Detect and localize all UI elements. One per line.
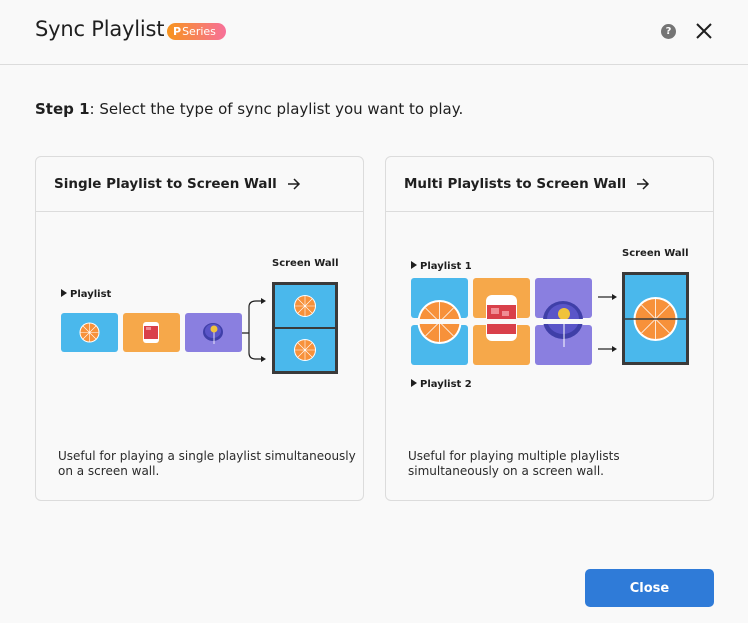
screen-wall-label: Screen Wall xyxy=(622,248,689,259)
card-description: Useful for playing a single playlist sim… xyxy=(58,449,356,478)
close-icon[interactable] xyxy=(695,22,713,40)
close-button[interactable]: Close xyxy=(585,569,714,607)
step-label: Step 1 xyxy=(35,100,90,118)
card-title: Single Playlist to Screen Wall xyxy=(54,176,277,192)
playlist1-label: Playlist 1 xyxy=(420,261,472,272)
screen-wall xyxy=(272,282,338,374)
screen-wall-label: Screen Wall xyxy=(272,258,339,269)
help-circle-icon[interactable]: ? xyxy=(661,24,676,39)
triangle-icon xyxy=(61,289,67,297)
card-header: Multi Playlists to Screen Wall xyxy=(386,157,713,212)
arrow-right-icon xyxy=(637,178,650,190)
single-playlist-illustration: Screen Wall Playlist xyxy=(61,258,339,374)
playlist-label: Playlist xyxy=(70,289,112,300)
tile-drink xyxy=(123,313,180,352)
step-instruction: Step 1: Select the type of sync playlist… xyxy=(35,100,463,118)
single-playlist-card[interactable]: Single Playlist to Screen Wall Screen Wa… xyxy=(35,156,364,501)
dialog-title: Sync Playlist xyxy=(35,17,165,41)
triangle-icon xyxy=(411,379,417,387)
tile-orange xyxy=(61,313,118,352)
drink-image xyxy=(486,295,517,341)
screen-wall xyxy=(622,272,689,365)
dialog-header: Sync Playlist PSeries ? xyxy=(0,0,748,65)
multi-playlists-card[interactable]: Multi Playlists to Screen Wall Screen Wa… xyxy=(385,156,714,501)
tile-lollipop xyxy=(185,313,242,352)
triangle-icon xyxy=(411,261,417,269)
card-title: Multi Playlists to Screen Wall xyxy=(404,176,627,192)
card-description: Useful for playing multiple playlists si… xyxy=(408,449,620,478)
sync-playlist-dialog: Sync Playlist PSeries ? Step 1: Select t… xyxy=(0,0,748,623)
playlist2-label: Playlist 2 xyxy=(420,379,472,390)
step-text: : Select the type of sync playlist you w… xyxy=(89,100,464,118)
multi-playlist-illustration: Screen Wall Playlist 1 Playlist 2 xyxy=(406,248,689,390)
card-header: Single Playlist to Screen Wall xyxy=(36,157,363,212)
p-series-badge: PSeries xyxy=(167,23,226,40)
arrow-right-icon xyxy=(287,178,300,190)
